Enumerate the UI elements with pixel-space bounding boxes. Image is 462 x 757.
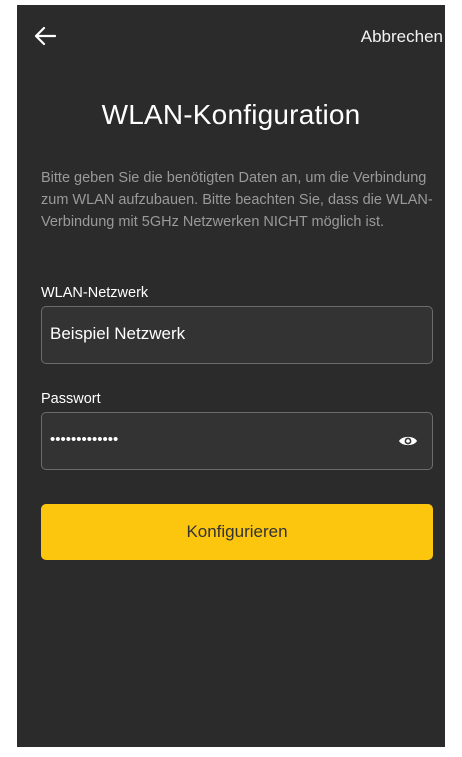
page-title: WLAN-Konfiguration (101, 99, 361, 130)
back-button[interactable] (31, 22, 59, 50)
cancel-button[interactable]: Abbrechen (361, 27, 443, 47)
info-text: Bitte geben Sie die benötigten Daten an,… (41, 170, 433, 230)
password-label: Passwort (41, 391, 101, 407)
ssid-label: WLAN-Netzwerk (41, 285, 149, 301)
eye-icon[interactable] (398, 433, 418, 449)
configure-button[interactable]: Konfigurieren (41, 504, 433, 560)
password-input[interactable]: ••••••••••••• (41, 412, 433, 470)
ssid-input[interactable]: Beispiel Netzwerk (41, 306, 433, 364)
arrow-left-icon (34, 26, 56, 46)
ssid-input-value: Beispiel Netzwerk (50, 324, 186, 343)
wlan-config-screen: Abbrechen WLAN-Konfiguration Bitte geben… (17, 5, 445, 747)
top-bar: Abbrechen (17, 5, 445, 69)
password-input-value: ••••••••••••• (50, 431, 119, 448)
